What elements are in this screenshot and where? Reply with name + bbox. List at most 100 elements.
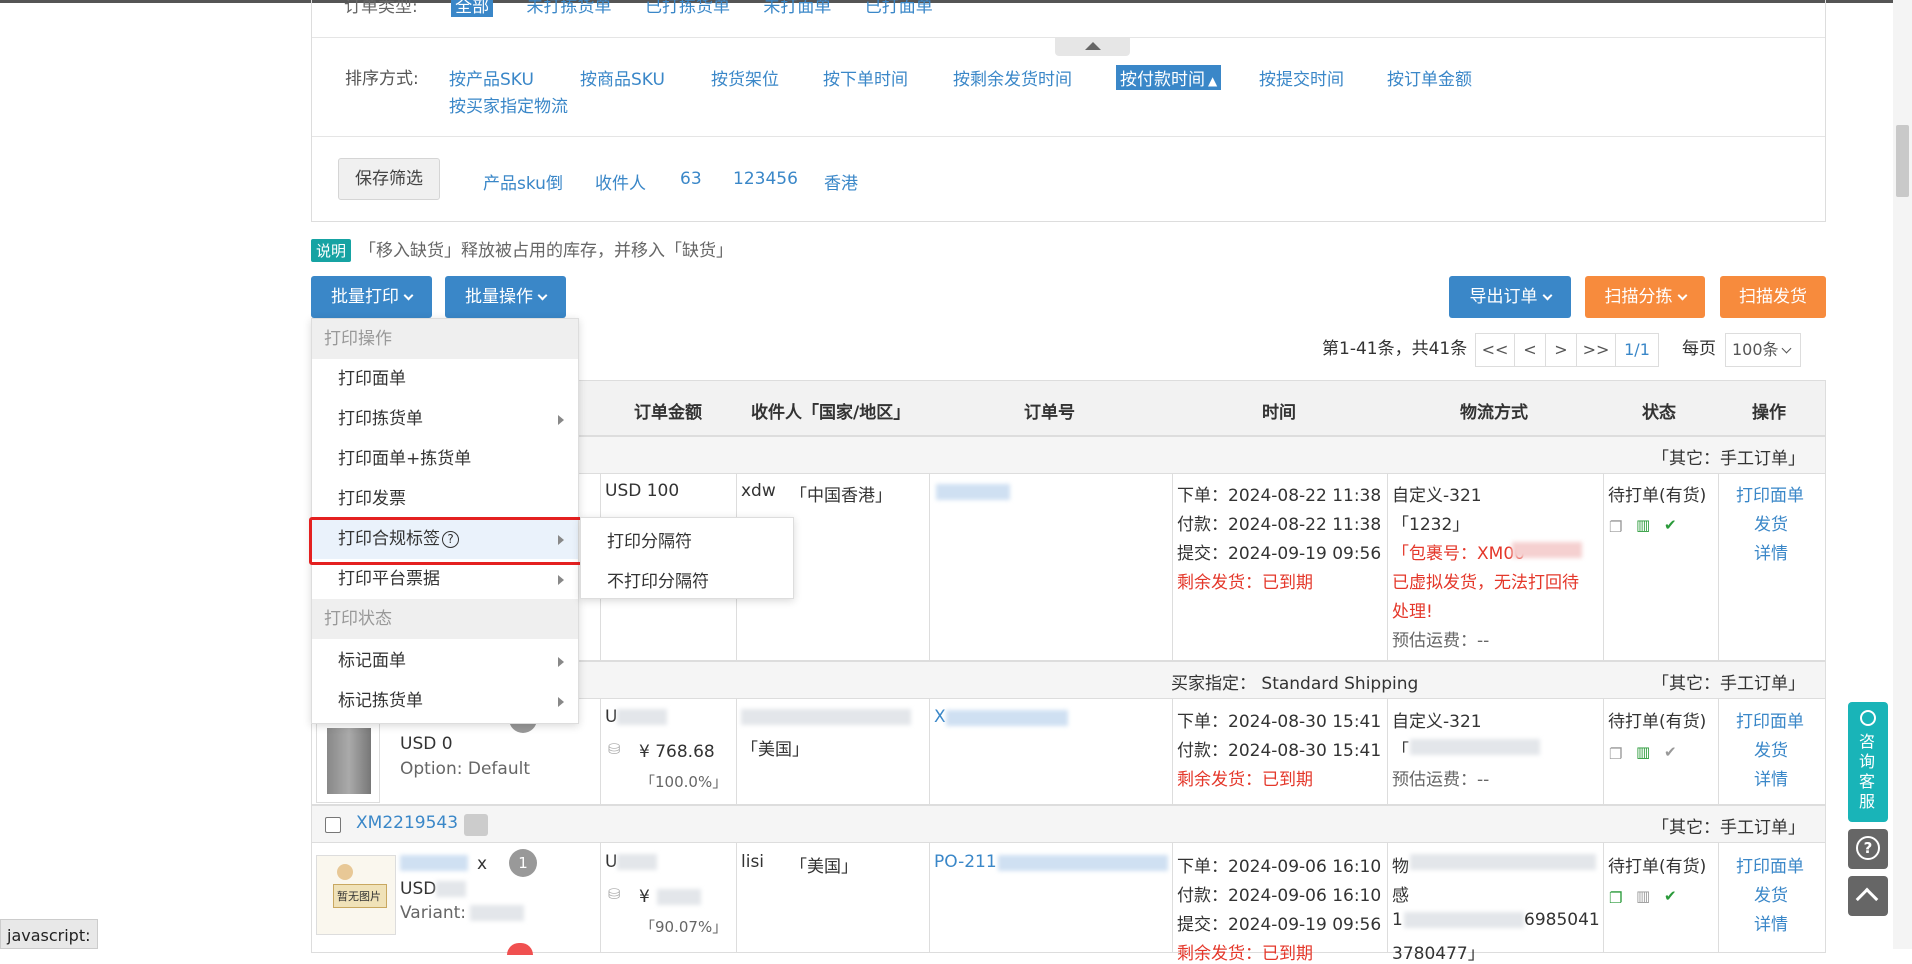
order-type-label: 订单类型: (344, 0, 418, 17)
menu-print-invoice[interactable]: 打印发票 (312, 479, 578, 519)
product-option: Option: Default (400, 759, 530, 779)
chevron-down-icon (1677, 290, 1687, 301)
detail-link[interactable]: 详情 (1754, 765, 1788, 790)
barcode-icon[interactable]: ▥ (1636, 887, 1650, 905)
sort-remaining-time[interactable]: 按剩余发货时间 (953, 65, 1072, 90)
sort-payment-time[interactable]: 按付款时间 ▲ (1116, 65, 1222, 90)
copy-icon[interactable]: ❐ (1609, 745, 1622, 763)
batch-print-button[interactable]: 批量打印 (311, 276, 432, 318)
order-tag (464, 814, 488, 836)
print-label-link[interactable]: 打印面单 (1736, 707, 1804, 732)
export-orders-button[interactable]: 导出订单 (1449, 276, 1571, 318)
copy-icon[interactable]: ❐ (1609, 889, 1622, 907)
logistics-line-3b: 6985041 (1524, 910, 1600, 930)
order-id-link[interactable]: XM2219543 (356, 813, 458, 833)
sort-order-time[interactable]: 按下单时间 (823, 65, 908, 90)
saved-filter-hongkong[interactable]: 香港 (824, 169, 858, 194)
order-time: 下单：2024-08-30 15:41 (1177, 712, 1382, 732)
order-status: 待打单(有货) (1608, 712, 1707, 732)
pager-prev[interactable]: < (1514, 333, 1546, 367)
menu-print-picklist[interactable]: 打印拣货单 (312, 399, 578, 439)
sort-order-amount[interactable]: 按订单金额 (1387, 65, 1472, 90)
barcode-icon[interactable]: ▥ (1636, 516, 1650, 534)
logistics-line-3: 1 (1392, 910, 1403, 930)
collapse-filters-button[interactable] (1055, 38, 1130, 56)
pager-first[interactable]: << (1475, 333, 1515, 367)
pager-next[interactable]: > (1545, 333, 1577, 367)
menu-print-platform-receipt[interactable]: 打印平台票据 (312, 559, 578, 599)
caret-right-icon (558, 697, 564, 707)
save-filter-button[interactable]: 保存筛选 (338, 158, 440, 200)
scan-ship-button[interactable]: 扫描发货 (1720, 276, 1826, 318)
recipient-country: 「美国」 (741, 740, 809, 760)
recipient-name: lisi (741, 852, 765, 872)
sort-buyer-logistics[interactable]: 按买家指定物流 (449, 92, 568, 117)
menu-mark-label[interactable]: 标记面单 (312, 641, 578, 681)
ship-link[interactable]: 发货 (1754, 510, 1788, 535)
ship-link[interactable]: 发货 (1754, 736, 1788, 761)
order-status: 待打单(有货) (1608, 486, 1707, 506)
submenu-print-separator[interactable]: 打印分隔符 (607, 527, 692, 552)
help-button[interactable]: ? (1848, 829, 1888, 869)
order-type-all[interactable]: 全部 (451, 0, 494, 17)
ship-link[interactable]: 发货 (1754, 881, 1788, 906)
barcode-icon[interactable]: ▥ (1636, 743, 1650, 761)
chevron-down-icon (1542, 290, 1552, 301)
check-icon[interactable]: ✔ (1664, 516, 1677, 534)
order-type-labeled[interactable]: 已打面单 (865, 0, 933, 17)
virtual-ship-warning: 已虚拟发货，无法打回待 (1392, 573, 1579, 593)
order-time: 下单：2024-09-06 16:10 (1177, 857, 1382, 877)
order-type-unpicked[interactable]: 未打拣货单 (527, 0, 612, 17)
order-group-header: XM2219543 「其它：手工订单」 (311, 805, 1826, 843)
menu-mark-label-text: 标记面单 (338, 651, 406, 671)
order-checkbox[interactable] (325, 817, 341, 833)
logistics-method: 自定义-321 (1392, 712, 1482, 732)
copy-icon[interactable]: ❐ (1609, 518, 1622, 536)
sort-product-sku[interactable]: 按产品SKU (449, 65, 534, 90)
order-type-picked[interactable]: 已打拣货单 (645, 0, 730, 17)
sort-goods-sku[interactable]: 按商品SKU (580, 65, 665, 90)
pager-last[interactable]: >> (1576, 333, 1616, 367)
back-to-top-button[interactable] (1848, 876, 1888, 916)
order-source: 「其它：手工订单」 (1652, 449, 1805, 469)
submenu-no-separator[interactable]: 不打印分隔符 (607, 567, 709, 592)
menu-print-picklist-label: 打印拣货单 (338, 409, 423, 429)
detail-link[interactable]: 详情 (1754, 910, 1788, 935)
menu-print-label[interactable]: 打印面单 (312, 359, 578, 399)
divider (312, 136, 1825, 137)
sort-submit-time[interactable]: 按提交时间 (1259, 65, 1344, 90)
saved-filter-63[interactable]: 63 (680, 169, 702, 189)
product-image-placeholder[interactable]: 暂无图片 (316, 855, 396, 935)
print-label-link[interactable]: 打印面单 (1736, 852, 1804, 877)
help-icon: ? (1856, 836, 1880, 860)
check-icon[interactable]: ✔ (1664, 887, 1677, 905)
product-variant: Variant: (400, 903, 467, 923)
saved-filter-recipient[interactable]: 收件人 (595, 169, 646, 194)
scan-sort-button[interactable]: 扫描分拣 (1585, 276, 1705, 318)
order-number[interactable]: X (934, 707, 946, 727)
print-label-link[interactable]: 打印面单 (1736, 481, 1804, 506)
product-x: x (477, 854, 488, 874)
sort-label: 排序方式: (345, 69, 419, 89)
product-image[interactable] (316, 719, 380, 803)
check-icon[interactable]: ✔ (1664, 743, 1677, 761)
order-amount: U (605, 707, 618, 727)
menu-print-label-picklist[interactable]: 打印面单+拣货单 (312, 439, 578, 479)
pager-summary: 第1-41条，共41条 (1322, 339, 1468, 359)
sort-shelf[interactable]: 按货架位 (711, 65, 779, 90)
per-page-select[interactable]: 100条 (1725, 333, 1801, 367)
batch-ops-button[interactable]: 批量操作 (445, 276, 566, 318)
menu-mark-picklist[interactable]: 标记拣货单 (312, 681, 578, 721)
detail-link[interactable]: 详情 (1754, 539, 1788, 564)
scrollbar-thumb[interactable] (1896, 125, 1909, 197)
saved-filter-123456[interactable]: 123456 (733, 169, 798, 189)
chevron-down-icon (403, 290, 414, 301)
coin-icon: ⛁ (608, 885, 621, 903)
order-type-unlabeled[interactable]: 未打面单 (763, 0, 831, 17)
order-source: 「其它：手工订单」 (1652, 818, 1805, 838)
order-number-redacted[interactable] (936, 484, 1010, 500)
customer-service-button[interactable]: 咨询客服 (1848, 702, 1888, 822)
estimated-fee: 预估运费：-- (1392, 631, 1490, 651)
order-number[interactable]: PO-211 (934, 852, 997, 872)
saved-filter-sku[interactable]: 产品sku倒 (483, 169, 563, 194)
